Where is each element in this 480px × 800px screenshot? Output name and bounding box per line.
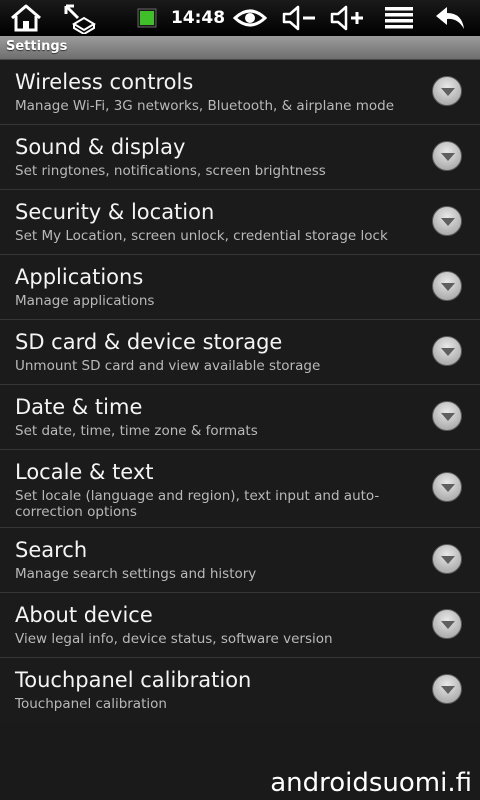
watermark: androidsuomi.fi — [270, 768, 472, 798]
settings-item-search[interactable]: Search Manage search settings and histor… — [0, 528, 480, 593]
item-title: Locale & text — [15, 460, 154, 484]
item-title: Date & time — [15, 395, 143, 419]
volume-down-icon[interactable] — [280, 0, 318, 36]
chevron-down-icon — [432, 544, 462, 574]
item-subtitle: Unmount SD card and view available stora… — [15, 358, 321, 374]
volume-up-icon[interactable] — [328, 0, 366, 36]
item-title: Applications — [15, 265, 144, 289]
usb-icon — [58, 0, 98, 36]
settings-item-touchpanel-calibration[interactable]: Touchpanel calibration Touchpanel calibr… — [0, 658, 480, 723]
settings-item-applications[interactable]: Applications Manage applications — [0, 255, 480, 320]
settings-item-wireless-controls[interactable]: Wireless controls Manage Wi-Fi, 3G netwo… — [0, 60, 480, 125]
chevron-down-icon — [432, 674, 462, 704]
chevron-down-icon — [432, 141, 462, 171]
item-subtitle: Manage applications — [15, 293, 155, 309]
chevron-down-icon — [432, 472, 462, 502]
clock: 14:48 — [170, 8, 226, 28]
settings-item-date-time[interactable]: Date & time Set date, time, time zone & … — [0, 385, 480, 450]
item-subtitle: Set locale (language and region), text i… — [15, 488, 380, 520]
item-title: Wireless controls — [15, 70, 194, 94]
battery-icon — [134, 0, 160, 36]
item-subtitle: View legal info, device status, software… — [15, 631, 333, 647]
eye-icon[interactable] — [232, 0, 268, 36]
chevron-down-icon — [432, 206, 462, 236]
item-title: About device — [15, 603, 153, 627]
settings-item-about-device[interactable]: About device View legal info, device sta… — [0, 593, 480, 658]
item-title: Security & location — [15, 200, 215, 224]
settings-list: Wireless controls Manage Wi-Fi, 3G netwo… — [0, 60, 480, 723]
item-subtitle: Touchpanel calibration — [15, 696, 167, 712]
menu-icon[interactable] — [382, 0, 416, 36]
item-title: SD card & device storage — [15, 330, 283, 354]
status-bar: 14:48 — [0, 0, 480, 36]
page-title: Settings — [6, 39, 68, 54]
back-icon[interactable] — [432, 0, 468, 36]
item-subtitle: Set ringtones, notifications, screen bri… — [15, 163, 326, 179]
chevron-down-icon — [432, 76, 462, 106]
item-title: Touchpanel calibration — [15, 668, 252, 692]
settings-item-locale-text[interactable]: Locale & text Set locale (language and r… — [0, 450, 480, 528]
chevron-down-icon — [432, 271, 462, 301]
title-bar: Settings — [0, 36, 480, 60]
chevron-down-icon — [432, 401, 462, 431]
item-subtitle: Manage search settings and history — [15, 566, 257, 582]
item-title: Search — [15, 538, 88, 562]
chevron-down-icon — [432, 609, 462, 639]
item-subtitle: Set My Location, screen unlock, credenti… — [15, 228, 388, 244]
settings-item-sound-display[interactable]: Sound & display Set ringtones, notificat… — [0, 125, 480, 190]
item-subtitle: Manage Wi-Fi, 3G networks, Bluetooth, & … — [15, 98, 395, 114]
item-title: Sound & display — [15, 135, 186, 159]
chevron-down-icon — [432, 336, 462, 366]
home-icon[interactable] — [6, 0, 46, 36]
item-subtitle: Set date, time, time zone & formats — [15, 423, 258, 439]
settings-item-sd-card-storage[interactable]: SD card & device storage Unmount SD card… — [0, 320, 480, 385]
settings-item-security-location[interactable]: Security & location Set My Location, scr… — [0, 190, 480, 255]
